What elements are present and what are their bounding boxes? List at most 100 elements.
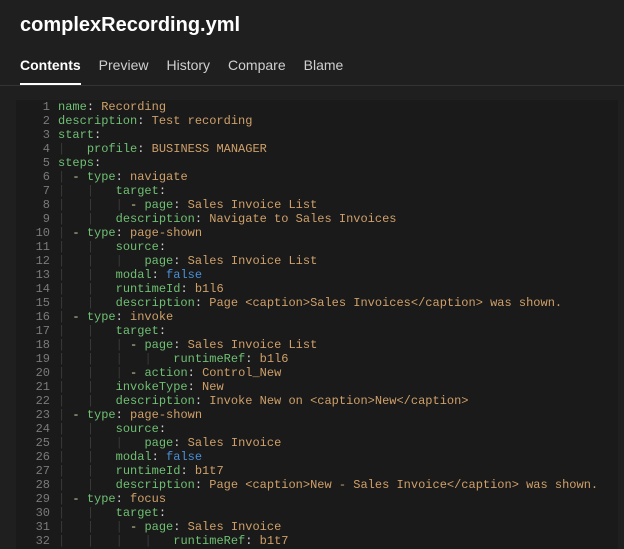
- line-number: 5: [16, 156, 58, 170]
- line-number: 16: [16, 310, 58, 324]
- line-content: | - type: page-shown: [58, 226, 618, 240]
- line-number: 31: [16, 520, 58, 534]
- code-line: 30| | target:: [16, 506, 618, 520]
- line-number: 26: [16, 450, 58, 464]
- line-content: | - type: invoke: [58, 310, 618, 324]
- code-line: 27| | runtimeId: b1t7: [16, 464, 618, 478]
- code-line: 1name: Recording: [16, 100, 618, 114]
- code-line: 5steps:: [16, 156, 618, 170]
- code-line: 15| | description: Page <caption>Sales I…: [16, 296, 618, 310]
- line-number: 17: [16, 324, 58, 338]
- line-number: 28: [16, 478, 58, 492]
- code-line: 21| | invokeType: New: [16, 380, 618, 394]
- line-content: steps:: [58, 156, 618, 170]
- line-number: 10: [16, 226, 58, 240]
- code-line: 14| | runtimeId: b1l6: [16, 282, 618, 296]
- line-content: | | modal: false: [58, 450, 618, 464]
- line-content: | profile: BUSINESS MANAGER: [58, 142, 618, 156]
- line-number: 8: [16, 198, 58, 212]
- tab-compare[interactable]: Compare: [228, 51, 286, 85]
- line-number: 12: [16, 254, 58, 268]
- line-number: 23: [16, 408, 58, 422]
- code-line: 25| | | page: Sales Invoice: [16, 436, 618, 450]
- line-content: | | source:: [58, 240, 618, 254]
- code-line: 22| | description: Invoke New on <captio…: [16, 394, 618, 408]
- line-number: 25: [16, 436, 58, 450]
- code-line: 19| | | | runtimeRef: b1l6: [16, 352, 618, 366]
- line-content: | | description: Page <caption>New - Sal…: [58, 478, 618, 492]
- code-line: 6| - type: navigate: [16, 170, 618, 184]
- line-number: 27: [16, 464, 58, 478]
- file-title: complexRecording.yml: [20, 14, 604, 37]
- code-line: 20| | | - action: Control_New: [16, 366, 618, 380]
- code-line: 26| | modal: false: [16, 450, 618, 464]
- code-line: 16| - type: invoke: [16, 310, 618, 324]
- line-content: description: Test recording: [58, 114, 618, 128]
- tab-contents[interactable]: Contents: [20, 51, 81, 85]
- line-content: | | invokeType: New: [58, 380, 618, 394]
- line-content: | | target:: [58, 506, 618, 520]
- line-number: 32: [16, 534, 58, 548]
- line-content: start:: [58, 128, 618, 142]
- code-line: 13| | modal: false: [16, 268, 618, 282]
- line-number: 15: [16, 296, 58, 310]
- code-viewer[interactable]: 1name: Recording2description: Test recor…: [16, 100, 618, 549]
- code-line: 12| | | page: Sales Invoice List: [16, 254, 618, 268]
- line-number: 4: [16, 142, 58, 156]
- line-number: 22: [16, 394, 58, 408]
- code-line: 18| | | - page: Sales Invoice List: [16, 338, 618, 352]
- line-content: | | target:: [58, 324, 618, 338]
- line-content: | - type: focus: [58, 492, 618, 506]
- line-number: 1: [16, 100, 58, 114]
- tab-preview[interactable]: Preview: [99, 51, 149, 85]
- line-number: 19: [16, 352, 58, 366]
- code-line: 31| | | - page: Sales Invoice: [16, 520, 618, 534]
- line-content: | | target:: [58, 184, 618, 198]
- line-content: name: Recording: [58, 100, 618, 114]
- code-line: 32| | | | runtimeRef: b1t7: [16, 534, 618, 548]
- line-content: | - type: page-shown: [58, 408, 618, 422]
- line-number: 18: [16, 338, 58, 352]
- line-content: | | description: Invoke New on <caption>…: [58, 394, 618, 408]
- code-line: 29| - type: focus: [16, 492, 618, 506]
- line-content: | | | - page: Sales Invoice List: [58, 338, 618, 352]
- line-content: | | modal: false: [58, 268, 618, 282]
- code-line: 9| | description: Navigate to Sales Invo…: [16, 212, 618, 226]
- tab-blame[interactable]: Blame: [304, 51, 344, 85]
- line-number: 9: [16, 212, 58, 226]
- line-content: | | | page: Sales Invoice List: [58, 254, 618, 268]
- code-line: 3start:: [16, 128, 618, 142]
- code-line: 24| | source:: [16, 422, 618, 436]
- line-number: 20: [16, 366, 58, 380]
- line-content: | | | - page: Sales Invoice: [58, 520, 618, 534]
- line-content: | | | | runtimeRef: b1l6: [58, 352, 618, 366]
- code-line: 2description: Test recording: [16, 114, 618, 128]
- tab-history[interactable]: History: [166, 51, 210, 85]
- code-line: 23| - type: page-shown: [16, 408, 618, 422]
- line-number: 6: [16, 170, 58, 184]
- line-number: 30: [16, 506, 58, 520]
- line-number: 7: [16, 184, 58, 198]
- line-content: | | | page: Sales Invoice: [58, 436, 618, 450]
- line-content: | | | - page: Sales Invoice List: [58, 198, 618, 212]
- code-line: 11| | source:: [16, 240, 618, 254]
- line-content: | | runtimeId: b1t7: [58, 464, 618, 478]
- line-content: | | | | runtimeRef: b1t7: [58, 534, 618, 548]
- line-content: | | runtimeId: b1l6: [58, 282, 618, 296]
- line-number: 3: [16, 128, 58, 142]
- line-number: 24: [16, 422, 58, 436]
- code-line: 4| profile: BUSINESS MANAGER: [16, 142, 618, 156]
- tab-bar: Contents Preview History Compare Blame: [0, 45, 624, 86]
- code-line: 28| | description: Page <caption>New - S…: [16, 478, 618, 492]
- code-line: 17| | target:: [16, 324, 618, 338]
- line-number: 14: [16, 282, 58, 296]
- code-line: 10| - type: page-shown: [16, 226, 618, 240]
- file-header: complexRecording.yml: [0, 0, 624, 45]
- code-line: 8| | | - page: Sales Invoice List: [16, 198, 618, 212]
- line-number: 11: [16, 240, 58, 254]
- line-number: 13: [16, 268, 58, 282]
- line-content: | | description: Navigate to Sales Invoi…: [58, 212, 618, 226]
- line-number: 2: [16, 114, 58, 128]
- line-content: | | description: Page <caption>Sales Inv…: [58, 296, 618, 310]
- line-number: 21: [16, 380, 58, 394]
